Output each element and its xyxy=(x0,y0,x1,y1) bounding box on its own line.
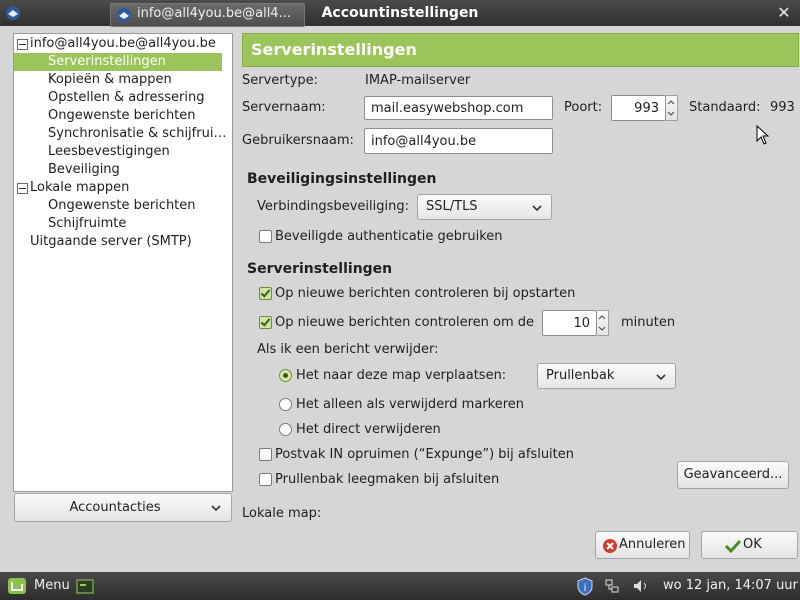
connection-security-label: Verbindingsbeveiliging: xyxy=(257,199,409,214)
check-startup-checkbox[interactable] xyxy=(259,287,272,300)
tree-item-leesbevestigingen[interactable]: Leesbevestigingen xyxy=(48,143,228,161)
delete-direct-radio[interactable] xyxy=(279,423,292,436)
section-header: Serverinstellingen xyxy=(242,33,799,67)
thunderbird-task-icon xyxy=(117,8,131,22)
default-port-label: Standaard: xyxy=(689,100,761,115)
tree-item-synchronisatie[interactable]: Synchronisatie & schijfrui… xyxy=(48,125,228,143)
show-desktop-icon[interactable] xyxy=(76,579,94,594)
trash-folder-select[interactable]: Prullenbak xyxy=(537,363,676,389)
check-every-checkbox[interactable] xyxy=(259,316,272,329)
checkmark-icon xyxy=(724,539,742,554)
account-actions-button[interactable]: Accountacties xyxy=(14,493,232,522)
tree-item-account[interactable]: info@all4you.be@all4you.be xyxy=(30,35,230,53)
tree-item-kopieen-mappen[interactable]: Kopieën & mappen xyxy=(48,71,228,89)
server-name-label: Servernaam: xyxy=(242,100,326,115)
server-name-input[interactable]: mail.easywebshop.com xyxy=(364,96,553,120)
username-input[interactable]: info@all4you.be xyxy=(364,128,553,154)
move-to-folder-label: Het naar deze map verplaatsen: xyxy=(296,368,507,383)
check-interval-input[interactable]: 10 xyxy=(542,310,597,336)
cancel-button[interactable]: Annuleren xyxy=(595,531,690,559)
mouse-cursor-icon xyxy=(756,125,770,145)
expunge-label: Postvak IN opruimen (“Expunge”) bij afsl… xyxy=(275,447,574,462)
server-type-label: Servertype: xyxy=(242,73,319,88)
tree-item-serverinstellingen[interactable]: Serverinstellingen xyxy=(14,53,222,71)
move-to-folder-radio[interactable] xyxy=(279,369,292,382)
clock[interactable]: wo 12 jan, 14:07 uur xyxy=(663,572,799,600)
port-label: Poort: xyxy=(564,100,603,115)
mark-deleted-label: Het alleen als verwijderd markeren xyxy=(296,397,525,412)
chevron-down-icon xyxy=(211,505,221,512)
check-every-label: Op nieuwe berichten controleren om de xyxy=(275,315,535,330)
mint-menu-icon[interactable] xyxy=(7,577,27,595)
ok-button[interactable]: OK xyxy=(701,531,798,559)
server-type-value: IMAP-mailserver xyxy=(365,73,471,88)
svg-text:i: i xyxy=(584,583,587,594)
secure-auth-label: Beveiligde authenticatie gebruiken xyxy=(275,229,503,244)
empty-trash-checkbox[interactable] xyxy=(259,473,272,486)
port-spinner[interactable] xyxy=(666,95,678,121)
connection-security-select[interactable]: SSL/TLS xyxy=(417,194,552,220)
shield-icon[interactable]: i xyxy=(576,577,594,596)
taskbar-window-item[interactable]: info@all4you.be@all4... xyxy=(110,3,305,27)
tree-item-schijfruimte[interactable]: Schijfruimte xyxy=(48,215,228,233)
delete-action-label: Als ik een bericht verwijder: xyxy=(257,342,439,357)
close-icon[interactable]: ✕ xyxy=(774,3,794,23)
tree-item-beveiliging[interactable]: Beveiliging xyxy=(48,161,228,179)
tree-item-ongewenste[interactable]: Ongewenste berichten xyxy=(48,107,228,125)
network-icon[interactable] xyxy=(604,578,620,594)
secure-auth-checkbox[interactable] xyxy=(259,230,272,243)
local-folder-label: Lokale map: xyxy=(242,506,322,521)
menu-label[interactable]: Menu xyxy=(34,572,70,600)
chevron-down-icon xyxy=(656,374,666,381)
port-input[interactable]: 993 xyxy=(611,95,666,121)
chevron-down-icon xyxy=(532,205,542,212)
collapse-icon[interactable] xyxy=(17,183,28,194)
tree-item-smtp[interactable]: Uitgaande server (SMTP) xyxy=(30,233,230,251)
expunge-checkbox[interactable] xyxy=(259,448,272,461)
empty-trash-label: Prullenbak leegmaken bij afsluiten xyxy=(275,472,500,487)
check-interval-spinner[interactable] xyxy=(597,310,609,336)
default-port-value: 993 xyxy=(770,100,795,115)
advanced-button[interactable]: Geavanceerd... xyxy=(677,461,789,489)
collapse-icon[interactable] xyxy=(17,39,28,50)
minutes-label: minuten xyxy=(621,315,676,330)
check-startup-label: Op nieuwe berichten controleren bij opst… xyxy=(275,286,576,301)
page-title: Serverinstellingen xyxy=(251,40,417,59)
tree-item-lokale-mappen[interactable]: Lokale mappen xyxy=(30,179,230,197)
username-label: Gebruikersnaam: xyxy=(242,133,354,148)
account-tree[interactable]: info@all4you.be@all4you.be Serverinstell… xyxy=(13,33,233,492)
mark-deleted-radio[interactable] xyxy=(279,398,292,411)
volume-icon[interactable] xyxy=(632,578,650,594)
security-heading: Beveiligingsinstellingen xyxy=(247,171,437,187)
cancel-icon xyxy=(603,539,617,553)
tree-item-lokale-ongewenste[interactable]: Ongewenste berichten xyxy=(48,197,228,215)
delete-direct-label: Het direct verwijderen xyxy=(296,422,441,437)
server-settings-heading: Serverinstellingen xyxy=(247,261,393,277)
tree-item-opstellen[interactable]: Opstellen & adressering xyxy=(48,89,228,107)
